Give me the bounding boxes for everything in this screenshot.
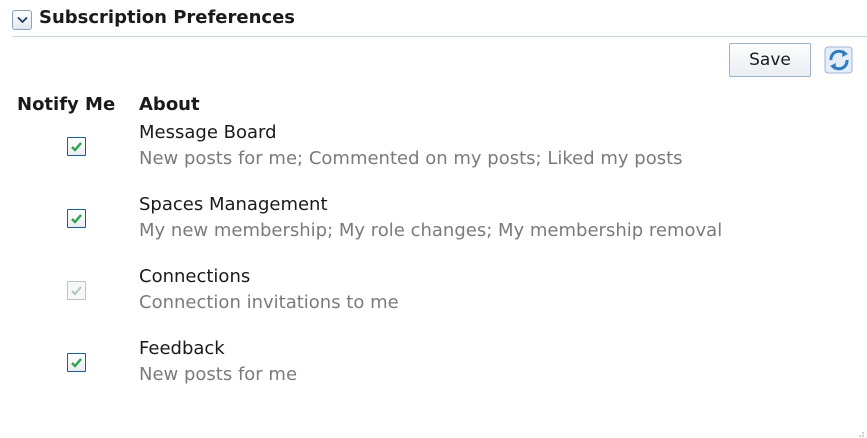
save-button[interactable]: Save	[729, 43, 811, 77]
column-header-about: About	[139, 94, 200, 115]
item-description: Connection invitations to me	[139, 292, 399, 313]
notify-checkbox-message-board[interactable]	[67, 137, 86, 156]
resize-grip-icon[interactable]	[855, 426, 865, 437]
preference-row-spaces-management: Spaces Management My new membership; My …	[0, 192, 867, 252]
preference-row-connections: Connections Connection invitations to me	[0, 264, 867, 324]
refresh-icon[interactable]	[822, 44, 856, 76]
panel-title: Subscription Preferences	[39, 7, 296, 28]
notify-checkbox-feedback[interactable]	[67, 353, 86, 372]
item-description: My new membership; My role changes; My m…	[139, 220, 723, 241]
preference-row-feedback: Feedback New posts for me	[0, 336, 867, 396]
chevron-down-icon[interactable]	[12, 10, 32, 30]
column-header-notify-me: Notify Me	[17, 94, 116, 115]
item-title: Connections	[139, 266, 251, 287]
subscription-preferences-panel: Subscription Preferences Save Notify Me …	[0, 0, 867, 438]
item-description: New posts for me; Commented on my posts;…	[139, 148, 683, 169]
item-title: Feedback	[139, 338, 225, 359]
notify-checkbox-connections	[67, 281, 86, 300]
notify-checkbox-spaces-management[interactable]	[67, 209, 86, 228]
item-title: Message Board	[139, 122, 277, 143]
panel-header: Subscription Preferences	[12, 6, 867, 37]
item-description: New posts for me	[139, 364, 298, 385]
item-title: Spaces Management	[139, 194, 328, 215]
preference-row-message-board: Message Board New posts for me; Commente…	[0, 120, 867, 180]
